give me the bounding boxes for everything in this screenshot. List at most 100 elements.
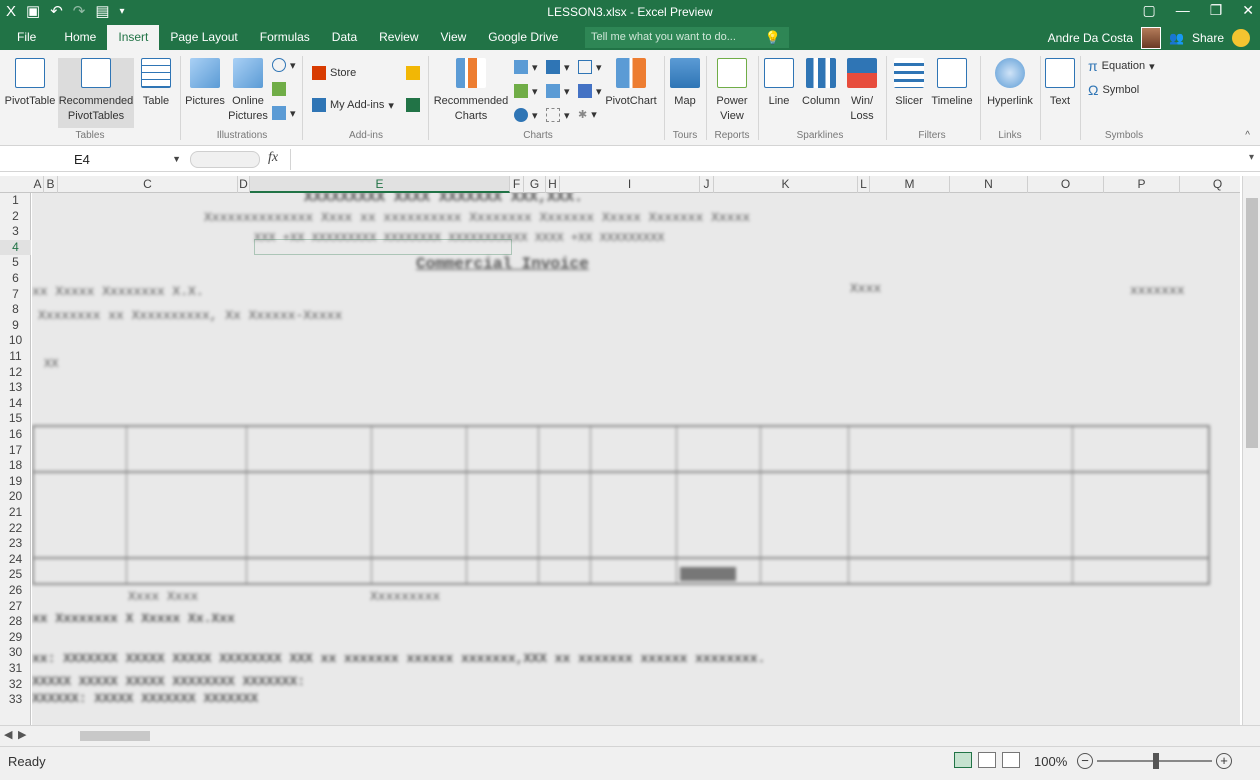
row-header-18[interactable]: 18: [0, 458, 31, 474]
column-header-k[interactable]: K: [714, 176, 858, 193]
pivotchart-button[interactable]: PivotChart: [604, 58, 658, 109]
vertical-scroll-thumb[interactable]: [1246, 198, 1258, 448]
restore-button[interactable]: ❐: [1210, 2, 1223, 19]
row-header-31[interactable]: 31: [0, 661, 31, 677]
table-button[interactable]: Table: [138, 58, 174, 109]
column-chart-button[interactable]: ▾: [514, 60, 538, 74]
bar-chart-button[interactable]: ▾: [546, 60, 570, 74]
row-header-6[interactable]: 6: [0, 271, 31, 287]
row-header-4[interactable]: 4: [0, 239, 31, 256]
row-header-1[interactable]: 1: [0, 193, 31, 209]
row-header-15[interactable]: 15: [0, 411, 31, 427]
zoom-in-button[interactable]: +: [1216, 753, 1232, 769]
pictures-button[interactable]: Pictures: [184, 58, 226, 109]
column-header-o[interactable]: O: [1028, 176, 1104, 193]
row-header-14[interactable]: 14: [0, 396, 31, 412]
row-header-8[interactable]: 8: [0, 302, 31, 318]
column-header-a[interactable]: A: [32, 176, 44, 193]
row-header-13[interactable]: 13: [0, 380, 31, 396]
tab-data[interactable]: Data: [321, 25, 368, 50]
column-header-h[interactable]: H: [546, 176, 560, 193]
avatar[interactable]: [1141, 26, 1162, 49]
zoom-level[interactable]: 100%: [1034, 754, 1067, 769]
slicer-button[interactable]: Slicer: [890, 58, 928, 109]
normal-view-button[interactable]: [954, 752, 972, 768]
row-header-26[interactable]: 26: [0, 583, 31, 599]
active-cell-e4[interactable]: [254, 239, 512, 255]
sheet-nav-next-icon[interactable]: ▶: [18, 728, 26, 741]
horizontal-scroll-thumb[interactable]: [80, 731, 150, 741]
row-header-33[interactable]: 33: [0, 692, 31, 708]
row-header-24[interactable]: 24: [0, 552, 31, 568]
close-button[interactable]: ✕: [1242, 2, 1254, 19]
row-header-16[interactable]: 16: [0, 427, 31, 443]
insert-function-icon[interactable]: fx: [268, 150, 278, 166]
shapes-button[interactable]: ▾: [272, 58, 296, 72]
tab-view[interactable]: View: [430, 25, 478, 50]
row-header-21[interactable]: 21: [0, 505, 31, 521]
ribbon-display-icon[interactable]: ▢: [1142, 2, 1155, 19]
column-header-d[interactable]: D: [238, 176, 250, 193]
statistic-chart-button[interactable]: ▾: [546, 84, 570, 98]
row-header-7[interactable]: 7: [0, 287, 31, 303]
column-header-j[interactable]: J: [700, 176, 714, 193]
column-header-f[interactable]: F: [510, 176, 524, 193]
row-header-23[interactable]: 23: [0, 536, 31, 552]
row-header-25[interactable]: 25: [0, 567, 31, 583]
column-header-e[interactable]: E: [250, 176, 510, 193]
row-header-19[interactable]: 19: [0, 474, 31, 490]
row-header-12[interactable]: 12: [0, 365, 31, 381]
feedback-smiley-icon[interactable]: [1232, 28, 1250, 47]
tab-insert[interactable]: Insert: [107, 25, 160, 50]
expand-formula-bar-icon[interactable]: ▾: [1249, 152, 1254, 163]
area-chart-button[interactable]: ▾: [578, 84, 602, 98]
my-addins-button[interactable]: My Add-ins ▾: [312, 98, 394, 112]
sparkline-winloss-button[interactable]: Win/ Loss: [846, 58, 878, 124]
tell-me-search-input[interactable]: Tell me what you want to do... 💡: [585, 27, 789, 48]
formula-bar-splitter[interactable]: [190, 151, 260, 168]
column-header-p[interactable]: P: [1104, 176, 1180, 193]
column-header-b[interactable]: B: [44, 176, 58, 193]
column-header-n[interactable]: N: [950, 176, 1028, 193]
row-header-5[interactable]: 5: [0, 255, 31, 271]
waterfall-chart-button[interactable]: ▾: [546, 108, 570, 122]
zoom-slider-thumb[interactable]: [1153, 753, 1159, 769]
sparkline-line-button[interactable]: Line: [762, 58, 796, 109]
row-header-28[interactable]: 28: [0, 614, 31, 630]
formula-input[interactable]: [290, 149, 1236, 170]
text-button[interactable]: Text: [1044, 58, 1076, 109]
timeline-button[interactable]: Timeline: [930, 58, 974, 109]
row-header-9[interactable]: 9: [0, 318, 31, 334]
tab-file[interactable]: File: [0, 25, 53, 50]
user-name[interactable]: Andre Da Costa: [1048, 31, 1133, 45]
collapse-ribbon-icon[interactable]: ^: [1245, 130, 1250, 141]
tab-home[interactable]: Home: [53, 25, 107, 50]
row-header-32[interactable]: 32: [0, 677, 31, 693]
row-header-20[interactable]: 20: [0, 489, 31, 505]
row-header-11[interactable]: 11: [0, 349, 31, 365]
tab-review[interactable]: Review: [368, 25, 429, 50]
page-break-view-button[interactable]: [1002, 752, 1020, 768]
name-box[interactable]: E4 ▼: [0, 149, 185, 170]
tab-google-drive[interactable]: Google Drive: [477, 25, 569, 50]
column-header-m[interactable]: M: [870, 176, 950, 193]
sheet-nav-prev-icon[interactable]: ◀: [4, 728, 12, 741]
row-header-29[interactable]: 29: [0, 630, 31, 646]
pie-chart-button[interactable]: ▾: [514, 108, 538, 122]
tab-formulas[interactable]: Formulas: [249, 25, 321, 50]
row-header-3[interactable]: 3: [0, 224, 31, 240]
column-header-i[interactable]: I: [560, 176, 700, 193]
line-chart-button[interactable]: ▾: [578, 60, 602, 74]
zoom-out-button[interactable]: −: [1077, 753, 1093, 769]
row-header-10[interactable]: 10: [0, 333, 31, 349]
map-button[interactable]: Map: [668, 58, 702, 109]
row-header-22[interactable]: 22: [0, 521, 31, 537]
column-header-c[interactable]: C: [58, 176, 238, 193]
sparkline-column-button[interactable]: Column: [798, 58, 844, 109]
scatter-chart-button[interactable]: ✱ ▾: [578, 108, 597, 121]
share-button[interactable]: Share: [1192, 31, 1224, 45]
column-header-g[interactable]: G: [524, 176, 546, 193]
sheet-content[interactable]: XXXXXXXXX XXXX XXXXXXX XXX,XXX. Xxxxxxxx…: [32, 193, 1240, 725]
recommended-pivottables-button[interactable]: Recommended PivotTables: [58, 58, 134, 128]
people-graph-button[interactable]: [406, 98, 420, 112]
